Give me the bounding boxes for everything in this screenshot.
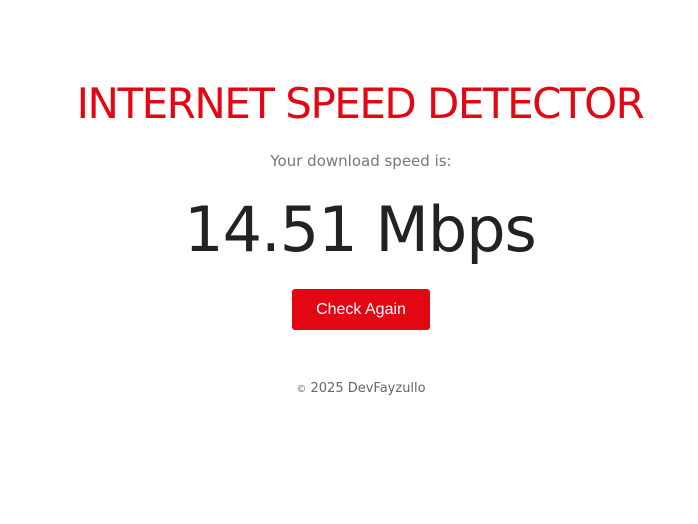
speed-detector-page: INTERNET SPEED DETECTOR Your download sp…: [0, 0, 698, 524]
download-speed-value: 14.51 Mbps: [184, 193, 537, 266]
footer-text: 2025 DevFayzullo: [306, 381, 426, 396]
copyright-symbol: ©: [296, 384, 307, 395]
page-title: INTERNET SPEED DETECTOR: [76, 79, 645, 128]
footer: © 2025 DevFayzullo: [0, 379, 698, 400]
check-again-button[interactable]: Check Again: [292, 289, 430, 330]
download-speed-label: Your download speed is:: [270, 152, 452, 170]
